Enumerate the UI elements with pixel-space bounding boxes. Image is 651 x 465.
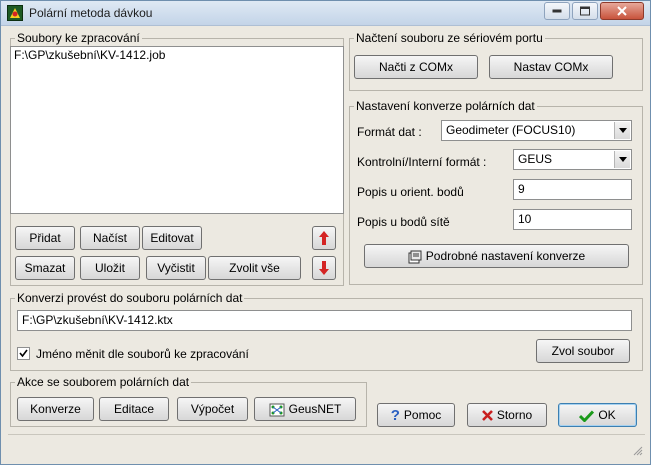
dialog-window: Polární metoda dávkou Soubory ke zpracov… — [0, 0, 651, 465]
load-comx-button[interactable]: Načti z COMx — [354, 55, 478, 79]
compute-button[interactable]: Výpočet — [177, 397, 248, 421]
close-button[interactable] — [600, 2, 644, 20]
detailed-settings-label: Podrobné nastavení konverze — [425, 249, 586, 263]
rename-checkbox-label[interactable]: Jméno měnit dle souborů ke zpracování — [36, 347, 249, 361]
edit-list-button[interactable]: Editovat — [142, 226, 202, 250]
move-up-button[interactable] — [312, 226, 336, 250]
format-select[interactable]: Geodimeter (FOCUS10) — [441, 120, 632, 141]
output-group-legend: Konverzi provést do souboru polárních da… — [17, 291, 243, 305]
clear-button[interactable]: Vyčistit — [146, 256, 206, 280]
ok-label: OK — [598, 408, 616, 422]
add-button[interactable]: Přidat — [15, 226, 75, 250]
serial-group-legend: Načtení souboru ze sériovém portu — [356, 31, 543, 45]
save-button[interactable]: Uložit — [80, 256, 140, 280]
choose-file-button[interactable]: Zvol soubor — [536, 339, 630, 363]
output-path-input[interactable]: F:\GP\zkušební\KV-1412.ktx — [17, 310, 632, 331]
setup-comx-button[interactable]: Nastav COMx — [489, 55, 613, 79]
control-format-select-dropdown[interactable] — [614, 151, 630, 168]
arrow-down-icon — [319, 261, 329, 275]
detailed-settings-button[interactable]: Podrobné nastavení konverze — [364, 244, 629, 268]
resize-grip-icon[interactable] — [631, 444, 643, 456]
orient-label: Popis u orient. bodů — [357, 185, 464, 199]
arrow-up-icon — [319, 231, 329, 245]
status-bar — [8, 434, 645, 458]
delete-button[interactable]: Smazat — [15, 256, 75, 280]
window-title: Polární metoda dávkou — [29, 6, 153, 20]
help-button[interactable]: ? Pomoc — [377, 403, 455, 427]
list-item[interactable]: F:\GP\zkušební\KV-1412.job — [11, 47, 343, 63]
geusnet-button[interactable]: GeusNET — [254, 397, 356, 421]
ok-check-icon — [579, 410, 595, 422]
files-listbox[interactable]: F:\GP\zkušební\KV-1412.job — [10, 46, 344, 214]
network-icon — [269, 403, 285, 417]
control-format-select[interactable]: GEUS — [513, 149, 632, 170]
help-icon: ? — [390, 406, 400, 424]
dialog-client-area: Soubory ke zpracování F:\GP\zkušební\KV-… — [8, 27, 645, 459]
app-icon — [7, 5, 23, 21]
network-label: Popis u bodů sítě — [357, 215, 450, 229]
ok-button[interactable]: OK — [558, 403, 637, 427]
check-icon — [19, 349, 28, 358]
files-group-legend: Soubory ke zpracování — [17, 31, 140, 45]
format-select-dropdown[interactable] — [614, 122, 630, 139]
load-button[interactable]: Načíst — [80, 226, 140, 250]
convert-button[interactable]: Konverze — [17, 397, 94, 421]
control-format-select-value: GEUS — [518, 152, 553, 166]
cancel-icon — [481, 410, 493, 422]
control-format-label: Kontrolní/Interní formát : — [357, 155, 487, 169]
select-all-button[interactable]: Zvolit vše — [208, 256, 301, 280]
help-label: Pomoc — [403, 408, 442, 422]
network-input[interactable]: 10 — [513, 209, 632, 230]
chevron-down-icon — [619, 157, 627, 162]
maximize-icon — [580, 6, 590, 16]
close-icon — [617, 6, 627, 16]
geusnet-label: GeusNET — [288, 402, 342, 416]
minimize-button[interactable] — [544, 2, 570, 20]
rename-checkbox[interactable] — [17, 347, 30, 360]
cancel-button[interactable]: Storno — [467, 403, 547, 427]
orient-input[interactable]: 9 — [513, 179, 632, 200]
maximize-button[interactable] — [572, 2, 598, 20]
format-label: Formát dat : — [357, 125, 422, 139]
edit-file-button[interactable]: Editace — [99, 397, 169, 421]
actions-group-legend: Akce se souborem polárních dat — [17, 375, 190, 389]
settings-icon — [408, 250, 422, 264]
move-down-button[interactable] — [312, 256, 336, 280]
format-select-value: Geodimeter (FOCUS10) — [446, 123, 576, 137]
conversion-group-legend: Nastavení konverze polárních dat — [356, 99, 535, 113]
minimize-icon — [552, 9, 562, 13]
chevron-down-icon — [619, 128, 627, 133]
title-bar[interactable]: Polární metoda dávkou — [1, 1, 650, 26]
cancel-label: Storno — [496, 408, 533, 422]
